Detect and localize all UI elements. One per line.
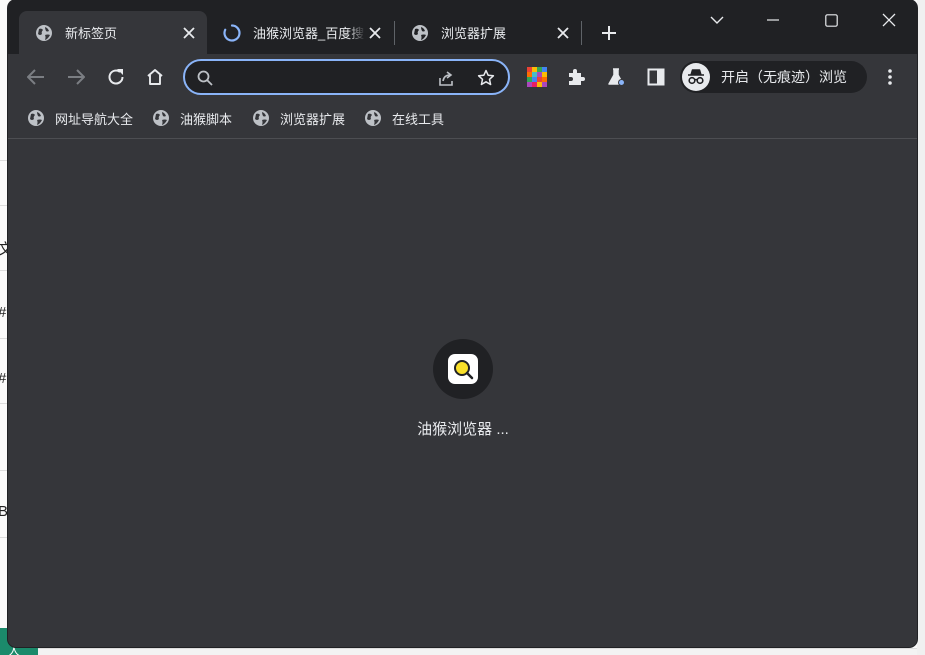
background-text: # bbox=[0, 304, 8, 321]
forward-button[interactable] bbox=[61, 62, 91, 92]
browser-window: 新标签页 油猴浏览器_百度搜索 浏览器扩展 开启（无痕迹）浏览 网址导航大全 油… bbox=[8, 0, 917, 647]
plus-icon bbox=[602, 26, 616, 40]
share-button[interactable] bbox=[436, 68, 456, 88]
side-panel-button[interactable] bbox=[641, 62, 671, 92]
incognito-indicator[interactable]: 开启（无痕迹）浏览 bbox=[680, 61, 867, 93]
tab-close-button[interactable] bbox=[553, 23, 573, 43]
reload-button[interactable] bbox=[101, 62, 131, 92]
reload-icon bbox=[108, 69, 124, 85]
address-input[interactable] bbox=[225, 67, 435, 87]
bookmark-label: 网址导航大全 bbox=[55, 111, 134, 127]
tab-new-tab[interactable]: 新标签页 bbox=[19, 11, 207, 54]
globe-icon bbox=[153, 110, 169, 126]
new-tab-button[interactable] bbox=[596, 20, 622, 46]
arrow-right-icon bbox=[68, 69, 85, 85]
globe-icon bbox=[253, 110, 269, 126]
back-button[interactable] bbox=[21, 62, 51, 92]
tab-search-button[interactable] bbox=[700, 6, 734, 34]
tab-browser-extensions[interactable]: 浏览器扩展 bbox=[395, 11, 581, 54]
minimize-icon bbox=[767, 19, 779, 21]
search-icon bbox=[197, 70, 213, 86]
tab-title: 浏览器扩展 bbox=[441, 26, 507, 41]
close-icon bbox=[557, 26, 569, 39]
app-logo bbox=[448, 354, 478, 384]
menu-button[interactable] bbox=[875, 62, 905, 92]
magnifier-logo-icon bbox=[454, 360, 474, 380]
close-icon bbox=[882, 13, 896, 27]
minimize-button[interactable] bbox=[756, 6, 790, 34]
tab-separator bbox=[581, 21, 582, 45]
bookmark-star-button[interactable] bbox=[476, 68, 496, 88]
tab-title: 新标签页 bbox=[65, 26, 118, 41]
globe-icon bbox=[28, 110, 44, 126]
tab-close-button[interactable] bbox=[179, 23, 199, 43]
incognito-label: 开启（无痕迹）浏览 bbox=[721, 69, 847, 85]
tab-close-button[interactable] bbox=[365, 23, 385, 43]
color-extension-button[interactable] bbox=[522, 62, 552, 92]
bookmark-item[interactable]: 网址导航大全 bbox=[27, 107, 133, 129]
background-text: # bbox=[0, 370, 8, 387]
maximize-button[interactable] bbox=[814, 6, 848, 34]
extensions-button[interactable] bbox=[561, 62, 591, 92]
bookmark-label: 浏览器扩展 bbox=[280, 111, 346, 127]
close-icon bbox=[369, 26, 381, 39]
chevron-down-icon bbox=[710, 16, 724, 24]
app-loading-badge bbox=[433, 339, 493, 399]
search-icon-wrap bbox=[195, 68, 215, 88]
globe-icon bbox=[412, 24, 428, 41]
bookmark-item[interactable]: 在线工具 bbox=[364, 107, 444, 129]
labs-button[interactable] bbox=[601, 62, 631, 92]
background-text: B bbox=[0, 503, 8, 520]
more-vertical-icon bbox=[888, 69, 892, 85]
tab-strip: 新标签页 油猴浏览器_百度搜索 浏览器扩展 bbox=[8, 0, 917, 54]
page-content: 油猴浏览器 ... bbox=[8, 140, 917, 647]
incognito-icon bbox=[688, 69, 704, 85]
loading-spinner-icon bbox=[223, 23, 241, 42]
share-icon bbox=[439, 71, 453, 86]
bookmark-label: 在线工具 bbox=[392, 111, 445, 127]
tab-baidu-search[interactable]: 油猴浏览器_百度搜索 bbox=[207, 11, 393, 54]
color-palette-icon bbox=[527, 67, 547, 87]
close-icon bbox=[183, 26, 195, 39]
globe-icon bbox=[365, 110, 381, 126]
maximize-icon bbox=[824, 13, 838, 27]
address-bar[interactable] bbox=[183, 59, 510, 95]
background-edge bbox=[917, 0, 925, 655]
close-window-button[interactable] bbox=[872, 6, 906, 34]
bookmark-label: 油猴脚本 bbox=[180, 111, 233, 127]
home-icon bbox=[147, 69, 163, 85]
globe-icon bbox=[36, 24, 52, 41]
puzzle-icon bbox=[569, 69, 585, 85]
background-status-bar bbox=[38, 648, 925, 655]
incognito-avatar bbox=[682, 63, 710, 91]
bookmarks-bar: 网址导航大全 油猴脚本 浏览器扩展 在线工具 bbox=[8, 100, 917, 139]
background-text: 文 bbox=[0, 241, 8, 258]
side-panel-icon bbox=[647, 68, 665, 86]
home-button[interactable] bbox=[140, 62, 170, 92]
arrow-left-icon bbox=[27, 69, 44, 85]
bookmark-item[interactable]: 浏览器扩展 bbox=[252, 107, 345, 129]
flask-icon bbox=[608, 68, 625, 86]
bookmark-item[interactable]: 油猴脚本 bbox=[152, 107, 232, 129]
toolbar: 开启（无痕迹）浏览 bbox=[8, 54, 917, 100]
loading-label: 油猴浏览器 ... bbox=[417, 421, 509, 438]
tab-title: 油猴浏览器_百度搜索 bbox=[253, 26, 365, 41]
star-icon bbox=[477, 69, 495, 86]
